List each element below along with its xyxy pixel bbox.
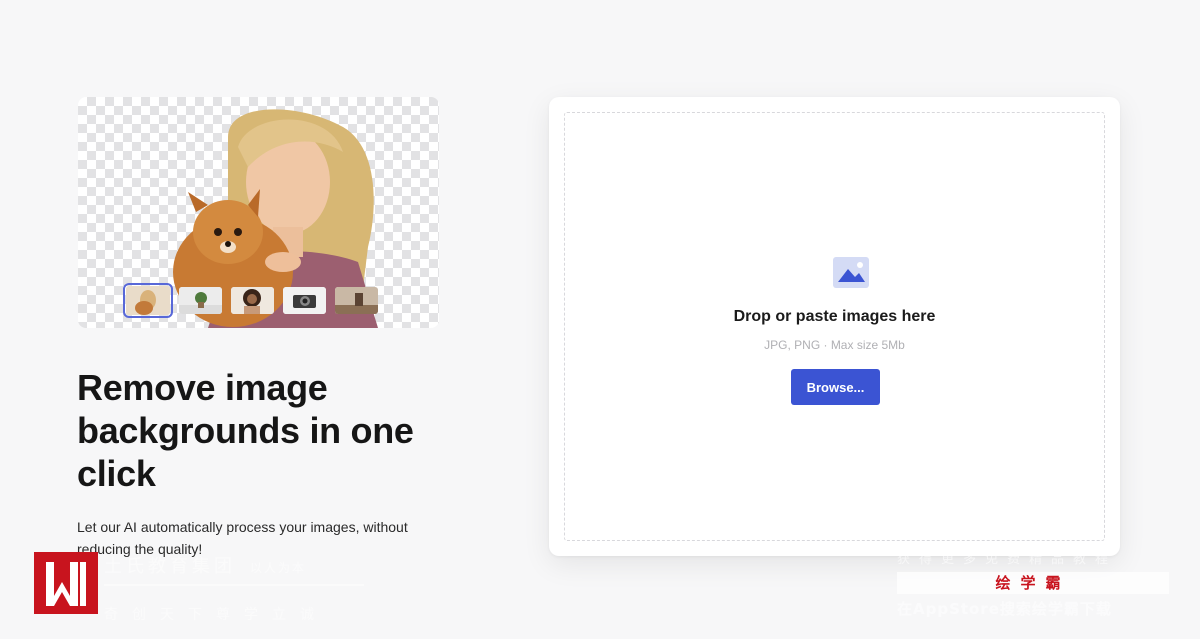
upload-card: Drop or paste images here JPG, PNG · Max… [549,97,1120,556]
watermark-right-line3: 在AppStore搜索绘学霸下载 [897,600,1112,618]
thumbnail-room-scene[interactable] [335,287,378,314]
page: Remove image backgrounds in one click Le… [0,0,1200,639]
drop-title: Drop or paste images here [733,308,936,325]
browse-button[interactable]: Browse... [791,369,880,405]
watermark-left-small: 以人为本 [250,561,307,575]
hero-preview [78,97,439,328]
watermark-left-line2: 奇创天下尊学立诚 [104,607,328,623]
watermark-rule [104,584,364,586]
thumbnail-woman-with-dog[interactable] [123,283,173,318]
drop-hint: JPG, PNG · Max size 5Mb [764,338,905,352]
thumbnail-camera[interactable] [283,287,326,314]
watermark-left-text: 土氏教育集团 以人为本 奇创天下尊学立诚 [104,552,374,624]
watermark-logo [34,552,98,614]
headline: Remove image backgrounds in one click [77,367,414,494]
watermark-right-line1: 获得更多免费精品教程 [897,552,1118,567]
thumbnail-woman-portrait[interactable] [231,287,274,314]
image-icon [833,257,869,288]
watermark-right-band: 绘学霸 [897,572,1169,594]
thumbnail-strip [123,283,378,318]
dropzone[interactable]: Drop or paste images here JPG, PNG · Max… [564,112,1105,541]
watermark-left-line1: 土氏教育集团 [104,556,236,577]
watermark-right: 获得更多免费精品教程 绘学霸 在AppStore搜索绘学霸下载 [897,548,1169,619]
thumbnail-plant[interactable] [179,287,222,314]
